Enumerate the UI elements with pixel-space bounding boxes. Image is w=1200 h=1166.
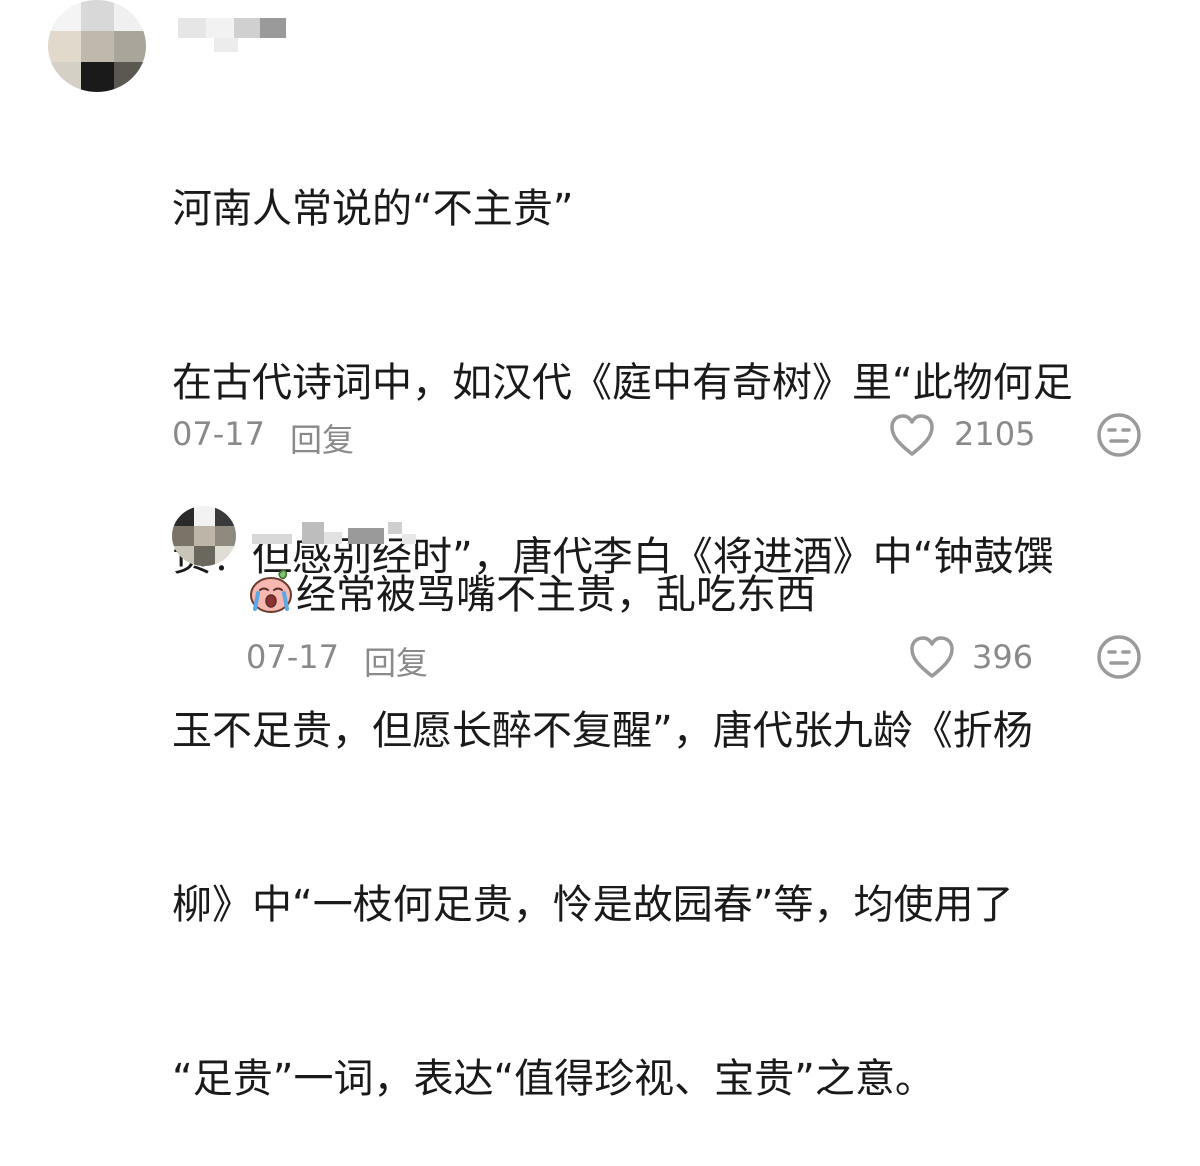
reply-reply-button[interactable]: 回复 bbox=[364, 638, 428, 684]
reply-like-count: 396 bbox=[972, 638, 1034, 676]
heart-outline-icon[interactable] bbox=[888, 412, 936, 458]
reply-date: 07-17 bbox=[246, 638, 339, 676]
comment-date: 07-17 bbox=[172, 415, 265, 453]
meh-face-icon[interactable] bbox=[1096, 412, 1142, 458]
comment-line: 玉不足贵，但愿长醉不复醒”，唐代张九龄《折杨 bbox=[172, 708, 1033, 754]
reply-username-blurred[interactable] bbox=[252, 518, 422, 552]
comment-line: 柳》中“一枝何足贵，怜是故园春”等，均使用了 bbox=[172, 882, 1014, 928]
comment-line: “足贵”一词，表达“值得珍视、宝贵”之意。 bbox=[172, 1056, 935, 1102]
comment-line: 在古代诗词中，如汉代《庭中有奇树》里“此物何足 bbox=[172, 360, 1073, 406]
crying-emoji-icon bbox=[246, 566, 296, 616]
avatar[interactable] bbox=[48, 0, 146, 92]
reply-body: 经常被骂嘴不主贵，乱吃东西 bbox=[246, 566, 816, 624]
heart-outline-icon[interactable] bbox=[908, 634, 956, 680]
reply-avatar[interactable] bbox=[172, 506, 236, 566]
like-count: 2105 bbox=[954, 415, 1036, 453]
meh-face-icon[interactable] bbox=[1096, 634, 1142, 680]
reply-text: 经常被骂嘴不主贵，乱吃东西 bbox=[296, 572, 816, 618]
username-blurred[interactable] bbox=[178, 14, 288, 54]
comment-line: 河南人常说的“不主贵” bbox=[172, 186, 574, 232]
reply-button[interactable]: 回复 bbox=[290, 415, 354, 461]
